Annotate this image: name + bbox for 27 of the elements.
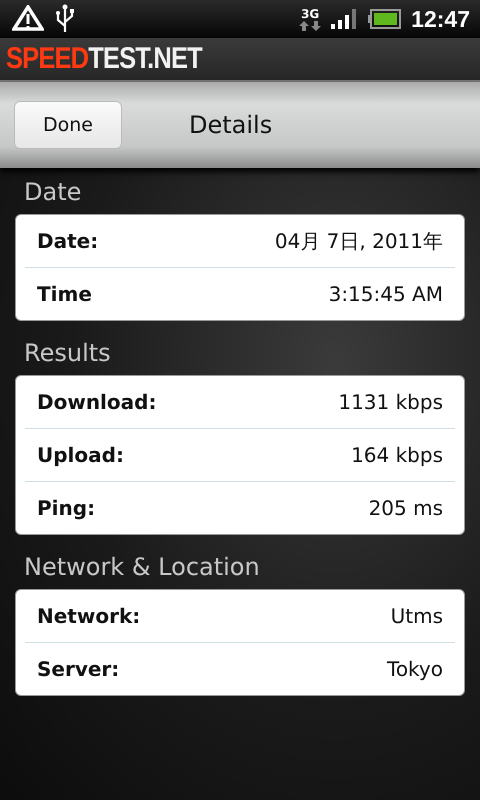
row-label: Server: [37,657,120,681]
section-heading: Network & Location [23,552,261,583]
clock: 12:47 [411,6,470,32]
network-type: 3G [301,8,320,20]
speedtest-logo: SPEEDTEST.NET [6,42,202,76]
row-value: 1131 kbps [338,390,443,414]
row-value: 205 ms [368,496,443,520]
row-value: Tokyo [387,657,443,681]
row-value: 3:15:45 AM [328,282,443,306]
row-label: Upload: [37,443,124,467]
row-label: Time [37,282,92,306]
done-button[interactable]: Done [14,101,122,149]
row-label: Date: [37,229,98,253]
row-value: Utms [390,604,443,628]
data-arrows-icon [299,20,322,30]
section-heading: Date [23,177,82,208]
signal-icon [331,8,358,30]
row-label: Ping: [37,496,96,520]
row-value: 164 kbps [351,443,443,467]
warning-icon [12,5,44,33]
usb-icon [54,4,76,34]
row-label: Network: [37,604,140,628]
page-title: Details [189,111,272,139]
row-label: Download: [37,390,156,414]
battery-icon [367,9,402,29]
row-value: 04月 7日, 2011年 [274,228,443,254]
section-heading: Results [23,338,112,369]
